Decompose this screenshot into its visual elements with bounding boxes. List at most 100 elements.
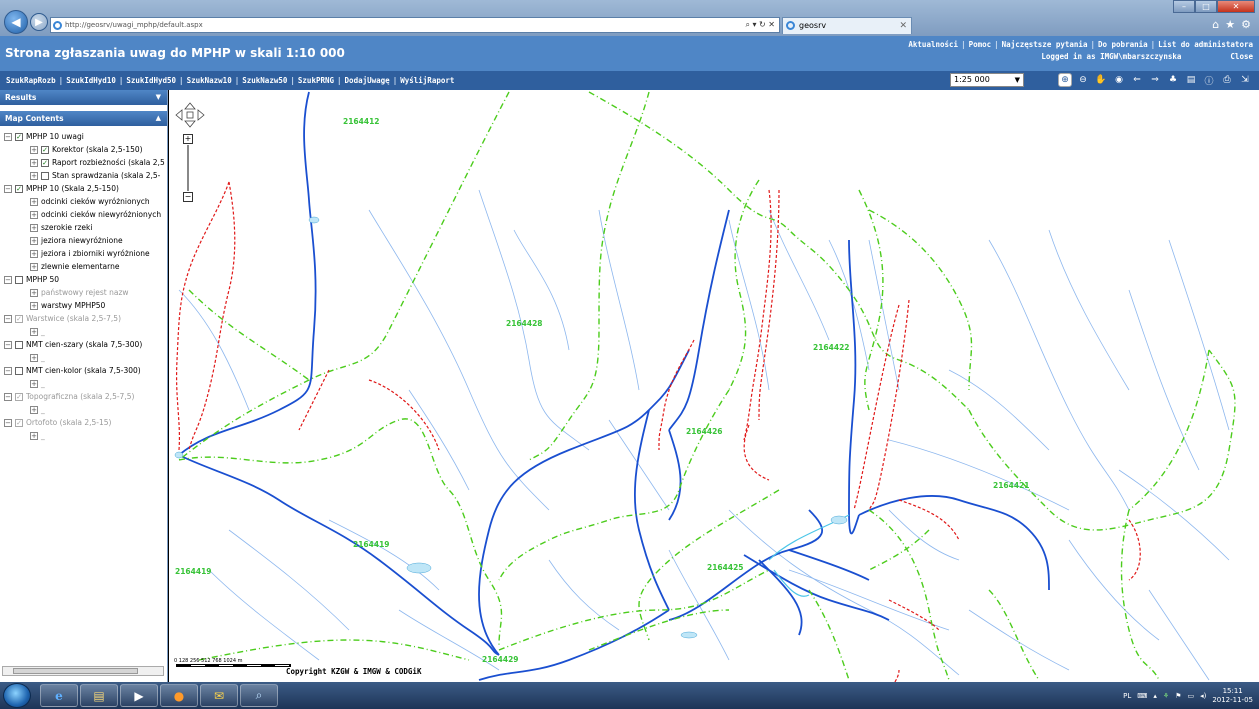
chevron-up-icon[interactable]: ▲ <box>156 111 161 126</box>
layer-row[interactable]: − ✓ MPHP 10 uwagi <box>4 130 167 143</box>
layer-row[interactable]: + _ <box>4 351 167 364</box>
keyboard-icon[interactable]: ⌨ <box>1137 692 1147 700</box>
scale-select[interactable]: 1:25 000 ▼ <box>950 73 1024 87</box>
collapse-toggle-icon[interactable]: − <box>4 276 12 284</box>
layer-checkbox[interactable] <box>15 341 23 349</box>
layer-row[interactable]: + warstwy MPHP50 <box>4 299 167 312</box>
layer-row[interactable]: + Stan sprawdzania (skala 2,5- <box>4 169 167 182</box>
zoom-slider[interactable]: + − <box>181 134 195 204</box>
tool-szukraprozb[interactable]: SzukRapRozb <box>6 76 56 85</box>
link-pomoc[interactable]: Pomoc <box>969 40 992 49</box>
map-contents-header[interactable]: Map Contents ▲ <box>0 111 167 126</box>
forward-button[interactable]: ▶ <box>30 13 48 31</box>
layer-checkbox[interactable]: ✓ <box>41 146 49 154</box>
expand-toggle-icon[interactable]: + <box>30 432 38 440</box>
expand-toggle-icon[interactable]: + <box>30 354 38 362</box>
flag-icon[interactable]: ⚑ <box>1175 692 1181 700</box>
tool-szukprng[interactable]: SzukPRNG <box>298 76 334 85</box>
layer-checkbox[interactable]: ✓ <box>15 133 23 141</box>
layer-row[interactable]: + odcinki cieków niewyróżnionych <box>4 208 167 221</box>
zoom-minus-button[interactable]: − <box>183 192 193 202</box>
expand-toggle-icon[interactable]: + <box>30 211 38 219</box>
internet-explorer-icon[interactable]: e <box>40 684 78 707</box>
layer-checkbox[interactable]: ✓ <box>15 185 23 193</box>
tool-szuknazw50[interactable]: SzukNazw50 <box>242 76 287 85</box>
layer-row[interactable]: + zlewnie elementarne <box>4 260 167 273</box>
layer-row[interactable]: + _ <box>4 429 167 442</box>
pan-arrows-icon[interactable] <box>175 102 205 128</box>
layer-row[interactable]: + szerokie rzeki <box>4 221 167 234</box>
layer-checkbox[interactable]: ✓ <box>41 159 49 167</box>
expand-toggle-icon[interactable]: + <box>30 159 38 167</box>
expand-toggle-icon[interactable]: + <box>30 172 38 180</box>
gear-icon[interactable]: ⚙ <box>1241 18 1251 31</box>
display-icon[interactable]: ▭ <box>1187 692 1194 700</box>
scrollbar-thumb[interactable] <box>13 668 138 674</box>
export-icon[interactable]: ⇲ <box>1238 73 1252 87</box>
expand-toggle-icon[interactable]: + <box>30 224 38 232</box>
expand-toggle-icon[interactable]: + <box>30 250 38 258</box>
show-hidden-icon[interactable]: ▴ <box>1153 692 1157 700</box>
layer-checkbox[interactable]: ✓ <box>15 419 23 427</box>
collapse-toggle-icon[interactable]: − <box>4 367 12 375</box>
layer-row[interactable]: + _ <box>4 377 167 390</box>
forward-arrow-icon[interactable]: ⇒ <box>1148 73 1162 87</box>
pan-hand-icon[interactable]: ✋ <box>1094 73 1108 87</box>
network-icon[interactable]: ⚘ <box>1163 692 1169 700</box>
back-button[interactable]: ◀ <box>4 10 28 34</box>
print-icon[interactable]: ⎙ <box>1220 73 1234 87</box>
collapse-toggle-icon[interactable]: − <box>4 185 12 193</box>
tool-wyslijraport[interactable]: WyślijRaport <box>400 76 454 85</box>
layer-row[interactable]: + ✓ Korektor (skala 2,5-150) <box>4 143 167 156</box>
tool-dodajuwage[interactable]: DodajUwagę <box>345 76 390 85</box>
layer-checkbox[interactable] <box>15 367 23 375</box>
zoom-plus-button[interactable]: + <box>183 134 193 144</box>
link-admin-letter[interactable]: List do administatora <box>1158 40 1253 49</box>
link-downloads[interactable]: Do pobrania <box>1098 40 1148 49</box>
full-extent-icon[interactable]: ◉ <box>1112 73 1126 87</box>
expand-toggle-icon[interactable]: + <box>30 237 38 245</box>
favorites-star-icon[interactable]: ★ <box>1225 18 1235 31</box>
expand-toggle-icon[interactable]: + <box>30 328 38 336</box>
map-canvas[interactable]: 2164412 2164428 2164422 2164426 2164421 … <box>169 90 1259 682</box>
layer-row[interactable]: − ✓ Ortofoto (skala 2,5-15) <box>4 416 167 429</box>
expand-toggle-icon[interactable]: + <box>30 380 38 388</box>
expand-toggle-icon[interactable]: + <box>30 263 38 271</box>
link-faq[interactable]: Najczęstsze pytania <box>1002 40 1088 49</box>
collapse-toggle-icon[interactable]: − <box>4 133 12 141</box>
layer-checkbox[interactable]: ✓ <box>15 315 23 323</box>
clock[interactable]: 15:11 2012-11-05 <box>1212 687 1253 705</box>
firefox-icon[interactable]: ● <box>160 684 198 707</box>
collapse-toggle-icon[interactable]: − <box>4 393 12 401</box>
tab-close-icon[interactable]: ✕ <box>899 18 907 34</box>
volume-icon[interactable]: ◂) <box>1200 692 1206 700</box>
browser-tab[interactable]: geosrv ✕ <box>782 17 912 34</box>
tool-szukidhyd10[interactable]: SzukIdHyd10 <box>66 76 116 85</box>
layer-row[interactable]: + ✓ Raport rozbieżności (skala 2,5 <box>4 156 167 169</box>
pan-control[interactable] <box>175 102 205 128</box>
expand-toggle-icon[interactable]: + <box>30 198 38 206</box>
layer-checkbox[interactable] <box>15 276 23 284</box>
magnifier-icon[interactable]: ⌕ <box>240 684 278 707</box>
layer-checkbox[interactable]: ✓ <box>15 393 23 401</box>
maximize-button[interactable]: □ <box>1195 0 1217 13</box>
home-icon[interactable]: ⌂ <box>1212 18 1219 31</box>
collapse-toggle-icon[interactable]: − <box>4 419 12 427</box>
zoom-out-icon[interactable]: ⊖ <box>1076 73 1090 87</box>
layer-row[interactable]: − NMT cien-szary (skala 7,5-300) <box>4 338 167 351</box>
tool-szuknazw10[interactable]: SzukNazw10 <box>187 76 232 85</box>
info-icon[interactable]: ⓘ <box>1202 73 1216 87</box>
start-button[interactable] <box>3 683 31 708</box>
chevron-down-icon[interactable]: ▼ <box>156 90 161 105</box>
layer-row[interactable]: + jeziora niewyróżnione <box>4 234 167 247</box>
layers-icon[interactable]: ▤ <box>1184 73 1198 87</box>
layer-row[interactable]: − ✓ MPHP 10 (Skala 2,5-150) <box>4 182 167 195</box>
back-arrow-icon[interactable]: ⇐ <box>1130 73 1144 87</box>
zoom-track[interactable] <box>187 145 189 191</box>
layer-checkbox[interactable] <box>41 172 49 180</box>
file-explorer-icon[interactable]: ▤ <box>80 684 118 707</box>
address-controls[interactable]: ⌕ ▾ ↻ ✕ <box>745 18 775 32</box>
layer-row[interactable]: + państwowy rejest nazw <box>4 286 167 299</box>
expand-toggle-icon[interactable]: + <box>30 302 38 310</box>
language-indicator[interactable]: PL <box>1123 692 1131 700</box>
